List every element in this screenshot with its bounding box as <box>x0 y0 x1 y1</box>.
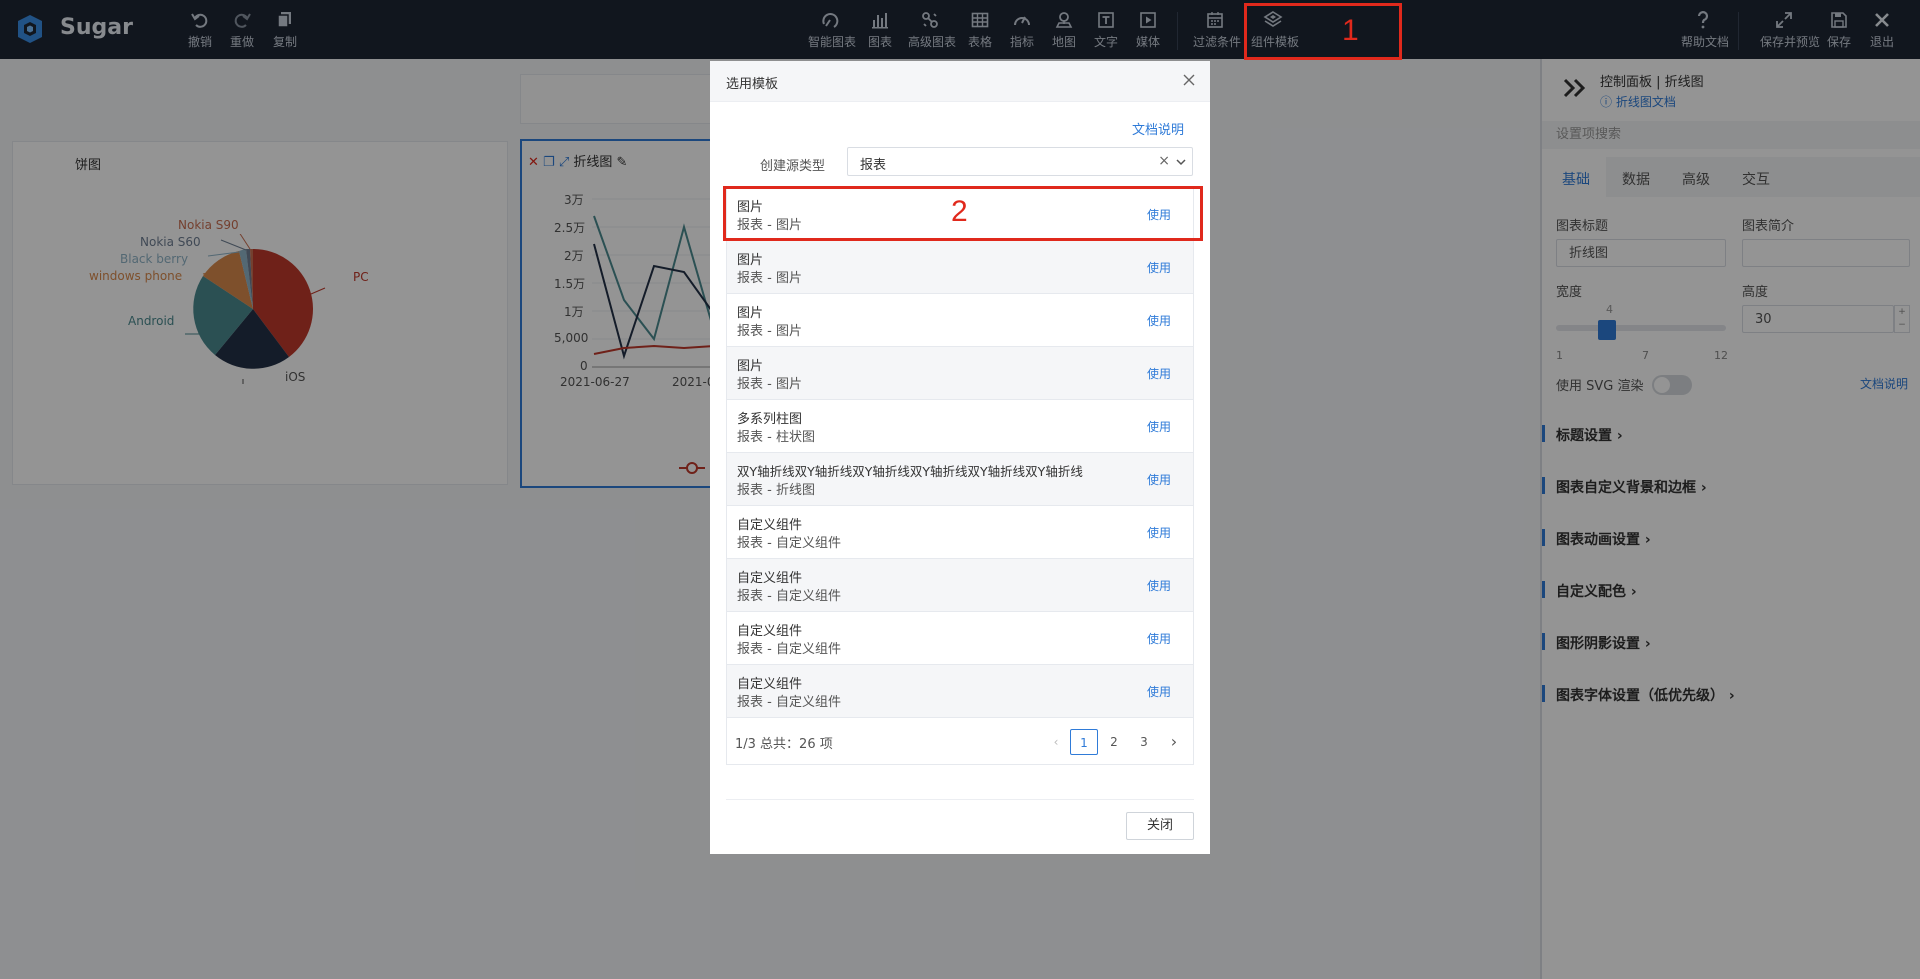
list-item[interactable]: 图片 报表 - 图片 使用 <box>727 294 1193 347</box>
source-type-select[interactable]: 报表 × <box>847 147 1193 176</box>
source-type-label: 创建源类型 <box>760 159 826 174</box>
item-title: 多系列柱图 <box>737 412 803 427</box>
page-2-button[interactable]: 2 <box>1100 729 1128 755</box>
item-subtitle: 报表 - 自定义组件 <box>737 695 841 710</box>
use-button[interactable]: 使用 <box>1147 312 1171 329</box>
annotation-box-1 <box>1244 3 1402 60</box>
prev-page-button[interactable]: ‹ <box>1042 729 1070 755</box>
item-title: 图片 <box>737 306 764 321</box>
pagination-summary: 1/3 总共：26 项 <box>735 737 833 752</box>
item-title: 图片 <box>737 359 764 374</box>
item-title: 双Y轴折线双Y轴折线双Y轴折线双Y轴折线双Y轴折线双Y轴折线 <box>737 464 1083 479</box>
pagination: 1/3 总共：26 项 ‹ 1 2 3 › <box>727 718 1193 764</box>
item-subtitle: 报表 - 图片 <box>737 324 802 339</box>
item-title: 自定义组件 <box>737 624 803 639</box>
use-button[interactable]: 使用 <box>1147 630 1171 647</box>
item-title: 自定义组件 <box>737 518 803 533</box>
list-item[interactable]: 双Y轴折线双Y轴折线双Y轴折线双Y轴折线双Y轴折线双Y轴折线 报表 - 折线图 … <box>727 453 1193 506</box>
item-subtitle: 报表 - 自定义组件 <box>737 589 841 604</box>
item-title: 图片 <box>737 253 764 268</box>
list-item[interactable]: 图片 报表 - 图片 使用 <box>727 241 1193 294</box>
item-subtitle: 报表 - 图片 <box>737 377 802 392</box>
use-button[interactable]: 使用 <box>1147 365 1171 382</box>
source-type-value: 报表 <box>860 158 887 173</box>
list-item[interactable]: 自定义组件 报表 - 自定义组件 使用 <box>727 665 1193 718</box>
page-3-button[interactable]: 3 <box>1130 729 1158 755</box>
item-subtitle: 报表 - 柱状图 <box>737 430 815 445</box>
use-button[interactable]: 使用 <box>1147 259 1171 276</box>
chevron-down-icon <box>1176 159 1186 166</box>
template-list: 图片 报表 - 图片 使用 图片 报表 - 图片 使用 图片 报表 - 图片 使… <box>726 187 1194 765</box>
use-button[interactable]: 使用 <box>1147 418 1171 435</box>
modal-header: 选用模板 <box>710 61 1210 102</box>
item-subtitle: 报表 - 自定义组件 <box>737 642 841 657</box>
close-icon[interactable] <box>1182 73 1196 87</box>
use-button[interactable]: 使用 <box>1147 683 1171 700</box>
list-item[interactable]: 自定义组件 报表 - 自定义组件 使用 <box>727 559 1193 612</box>
close-button[interactable]: 关闭 <box>1126 812 1194 840</box>
list-item[interactable]: 自定义组件 报表 - 自定义组件 使用 <box>727 506 1193 559</box>
modal-title: 选用模板 <box>726 77 779 92</box>
item-subtitle: 报表 - 折线图 <box>737 483 815 498</box>
use-button[interactable]: 使用 <box>1147 524 1171 541</box>
next-page-button[interactable]: › <box>1160 729 1188 755</box>
item-subtitle: 报表 - 图片 <box>737 271 802 286</box>
page-1-button[interactable]: 1 <box>1070 729 1098 755</box>
annotation-number-2: 2 <box>951 195 968 228</box>
template-select-modal: 选用模板 文档说明 创建源类型 报表 × 图片 报表 - 图片 使用 图片 报表… <box>710 61 1210 854</box>
list-item[interactable]: 图片 报表 - 图片 使用 <box>727 347 1193 400</box>
list-item[interactable]: 自定义组件 报表 - 自定义组件 使用 <box>727 612 1193 665</box>
use-button[interactable]: 使用 <box>1147 471 1171 488</box>
doc-link[interactable]: 文档说明 <box>1132 119 1184 138</box>
item-title: 自定义组件 <box>737 571 803 586</box>
item-title: 自定义组件 <box>737 677 803 692</box>
annotation-number-1: 1 <box>1342 14 1359 47</box>
use-button[interactable]: 使用 <box>1147 577 1171 594</box>
list-item[interactable]: 多系列柱图 报表 - 柱状图 使用 <box>727 400 1193 453</box>
modal-footer-divider <box>726 799 1194 800</box>
item-subtitle: 报表 - 自定义组件 <box>737 536 841 551</box>
clear-icon[interactable]: × <box>1158 153 1170 169</box>
